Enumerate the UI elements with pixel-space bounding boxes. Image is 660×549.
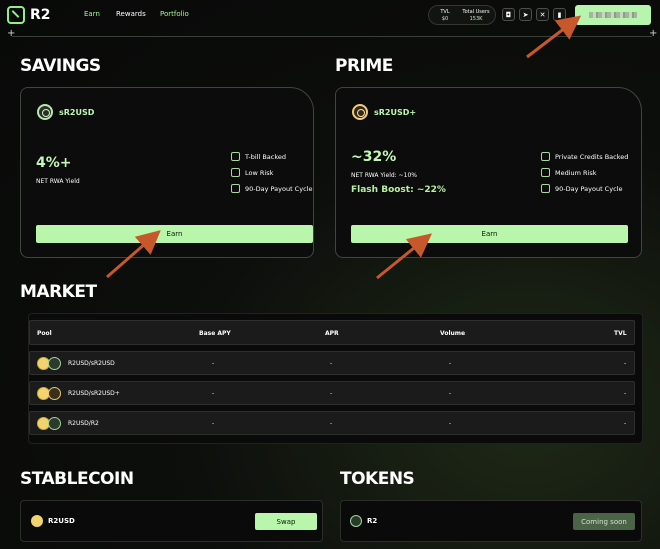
tokens-card: R2 Coming soon (340, 500, 642, 542)
users-stat: Total Users 153K (459, 9, 493, 23)
stablecoin-title: STABLECOIN (20, 469, 134, 489)
top-nav: R2 Earn Rewards Portfolio TVL $0 Total U… (0, 0, 660, 30)
r2-logo-icon[interactable] (7, 6, 25, 24)
tvl-stat: TVL $0 (437, 9, 453, 23)
bell-icon[interactable]: ▮ (553, 8, 566, 21)
pair-icons (37, 387, 63, 401)
wallet-button[interactable] (575, 5, 651, 25)
feature-label: Medium Risk (555, 168, 597, 177)
telegram-icon[interactable]: ➤ (519, 8, 532, 21)
sr2usd-plus-coin-icon (48, 387, 61, 400)
table-row[interactable]: R2USD/sR2USD+ - - - - (29, 381, 635, 405)
x-icon[interactable]: ✕ (536, 8, 549, 21)
brand-name[interactable]: R2 (30, 7, 51, 23)
pool-name: R2USD/sR2USD+ (68, 390, 120, 397)
prime-yield-label: NET RWA Yield: ~10% (351, 172, 417, 179)
stats-pill: TVL $0 Total Users 153K (428, 5, 496, 25)
savings-yield: 4%+ (36, 155, 72, 171)
nav-rewards-link[interactable]: Rewards (116, 10, 146, 18)
annotation-arrows (106, 15, 582, 280)
feature-label: 90-Day Payout Cycle (555, 184, 623, 193)
volume-value: - (449, 390, 452, 397)
calendar-icon (541, 184, 550, 193)
nav-divider (12, 36, 652, 37)
apy-value: - (212, 420, 215, 427)
pair-icons (37, 357, 63, 371)
feature-payout: 90-Day Payout Cycle (231, 184, 312, 193)
r2-coin-icon (350, 515, 362, 527)
savings-token-name: sR2USD (59, 108, 95, 117)
feature-label: T-bill Backed (245, 152, 287, 161)
prime-yield: ~32% (351, 149, 397, 165)
feature-tbill: T-bill Backed (231, 152, 286, 161)
apr-value: - (330, 390, 333, 397)
tvl-value: - (624, 390, 627, 397)
coming-soon-button[interactable]: Coming soon (573, 513, 635, 530)
feature-risk: Low Risk (231, 168, 273, 177)
tokens-token-name: R2 (367, 517, 378, 525)
shield-icon (541, 168, 550, 177)
sr2usd-plus-coin-icon (352, 104, 368, 120)
users-label: Total Users (462, 9, 490, 15)
calendar-icon (231, 184, 240, 193)
feature-label: 90-Day Payout Cycle (245, 184, 313, 193)
feature-payout: 90-Day Payout Cycle (541, 184, 622, 193)
swap-button[interactable]: Swap (255, 513, 317, 530)
table-row[interactable]: R2USD/R2 - - - - (29, 411, 635, 435)
savings-card: sR2USD 4%+ NET RWA Yield T-bill Backed L… (20, 87, 314, 258)
prime-earn-button[interactable]: Earn (351, 225, 628, 243)
corner-plus-icon: + (649, 28, 658, 39)
apr-value: - (330, 360, 333, 367)
apy-value: - (212, 360, 215, 367)
savings-earn-button[interactable]: Earn (36, 225, 313, 243)
tvl-value: - (624, 360, 627, 367)
feature-credits: Private Credits Backed (541, 152, 628, 161)
r2usd-coin-icon (31, 515, 43, 527)
col-pool: Pool (37, 330, 52, 337)
table-row[interactable]: R2USD/sR2USD - - - - (29, 351, 635, 375)
savings-title: SAVINGS (20, 56, 101, 76)
feature-label: Low Risk (245, 168, 274, 177)
sr2usd-coin-icon (48, 357, 61, 370)
col-apr: APR (325, 330, 339, 337)
apr-value: - (330, 420, 333, 427)
volume-value: - (449, 360, 452, 367)
savings-yield-label: NET RWA Yield (36, 178, 80, 185)
stablecoin-token-name: R2USD (48, 517, 75, 525)
tokens-title: TOKENS (340, 469, 415, 489)
tvl-value: $0 (441, 16, 449, 22)
pool-name: R2USD/R2 (68, 420, 99, 427)
feature-label: Private Credits Backed (555, 152, 629, 161)
stablecoin-card: R2USD Swap (20, 500, 323, 542)
flash-boost-label: Flash Boost: ~22% (351, 185, 446, 195)
market-table-header: Pool Base APY APR Volume TVL (29, 320, 635, 345)
shield-check-icon (231, 152, 240, 161)
volume-value: - (449, 420, 452, 427)
r2-coin-icon (48, 417, 61, 430)
users-value: 153K (469, 16, 483, 22)
tvl-value: - (624, 420, 627, 427)
prime-card: sR2USD+ ~32% NET RWA Yield: ~10% Flash B… (335, 87, 642, 258)
pool-name: R2USD/sR2USD (68, 360, 115, 367)
nav-portfolio-link[interactable]: Portfolio (160, 10, 189, 18)
prime-token-name: sR2USD+ (374, 108, 417, 117)
camera-icon[interactable]: ◘ (502, 8, 515, 21)
tvl-label: TVL (440, 9, 450, 15)
wallet-address-blurred (589, 12, 637, 18)
nav-earn-link[interactable]: Earn (84, 10, 100, 18)
col-base-apy: Base APY (199, 330, 231, 337)
prime-title: PRIME (335, 56, 393, 76)
col-tvl: TVL (614, 330, 627, 337)
apy-value: - (212, 390, 215, 397)
pair-icons (37, 417, 63, 431)
shield-icon (231, 168, 240, 177)
col-volume: Volume (440, 330, 466, 337)
sr2usd-coin-icon (37, 104, 53, 120)
market-title: MARKET (20, 282, 97, 302)
feature-risk: Medium Risk (541, 168, 597, 177)
bank-icon (541, 152, 550, 161)
corner-plus-icon: + (7, 28, 16, 39)
